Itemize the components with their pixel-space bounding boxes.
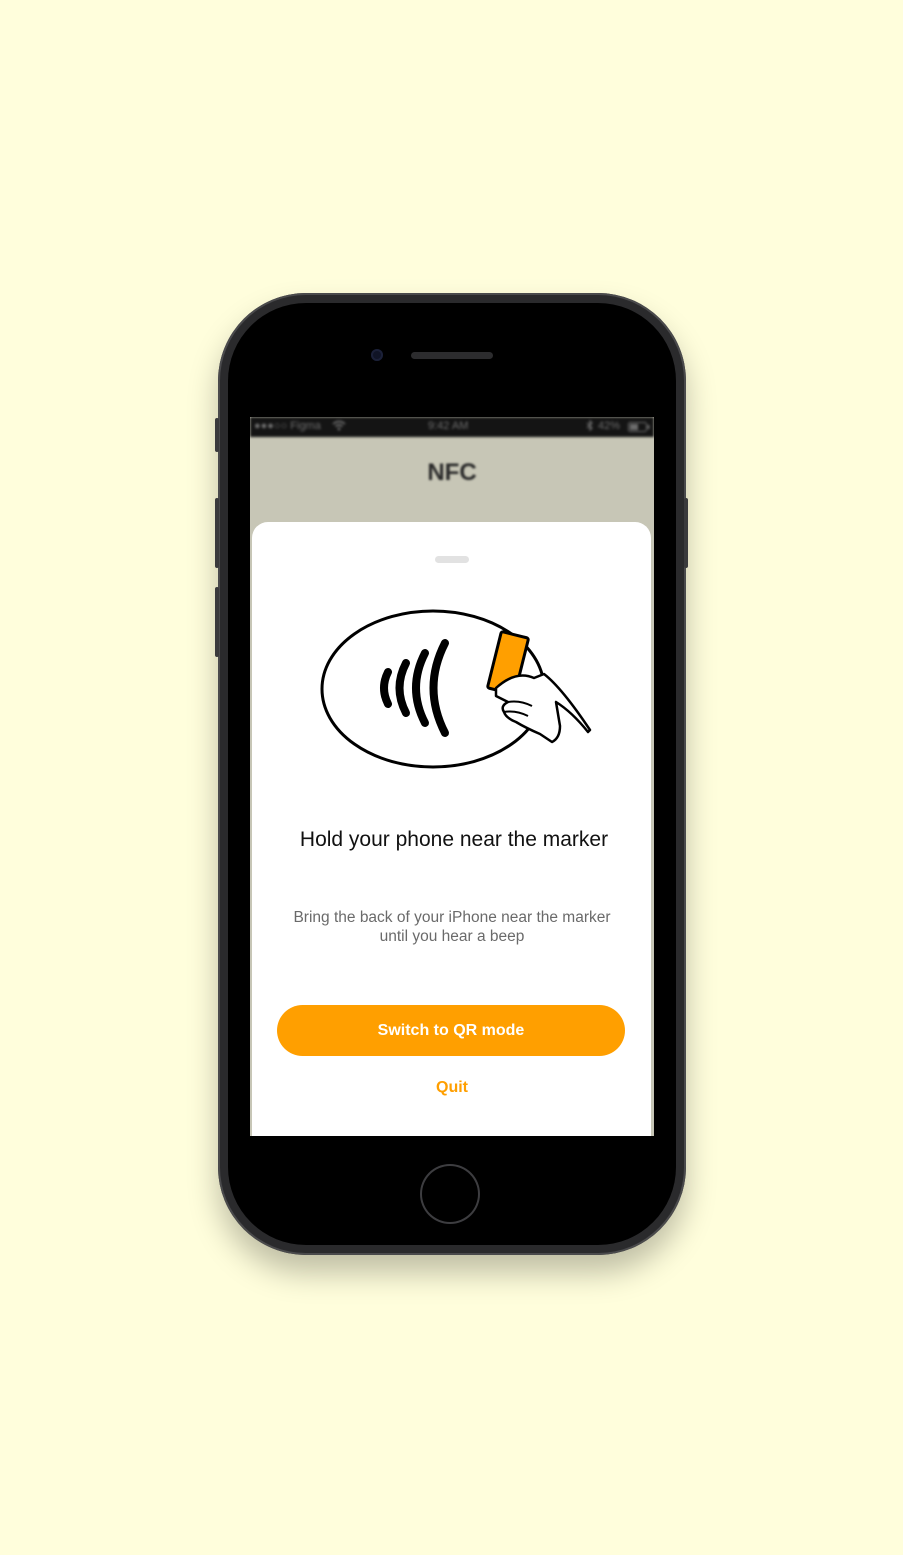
- sheet-grabber[interactable]: [435, 556, 469, 563]
- status-bar: ●●●○○ Figma 9:42 AM 42%: [250, 417, 654, 437]
- nav-title: NFC: [427, 459, 477, 486]
- stage: ●●●○○ Figma 9:42 AM 42% NFC Hold your ph…: [0, 0, 903, 1555]
- power-button: [684, 498, 688, 568]
- battery-percent: 42%: [598, 420, 621, 432]
- home-button[interactable]: [420, 1164, 480, 1224]
- bottom-sheet: Hold your phone near the marker Bring th…: [252, 522, 651, 1136]
- sheet-title: Hold your phone near the marker: [299, 828, 609, 851]
- carrier-signal: ●●●○○ Figma: [254, 420, 321, 432]
- wifi-icon: [332, 420, 346, 434]
- status-time: 9:42 AM: [428, 420, 469, 432]
- volume-up-button: [215, 498, 219, 568]
- sheet-description: Bring the back of your iPhone near the m…: [293, 909, 611, 945]
- earpiece-speaker: [411, 352, 493, 359]
- mute-switch: [215, 418, 219, 452]
- switch-to-qr-button[interactable]: Switch to QR mode: [277, 1005, 625, 1056]
- front-camera: [371, 349, 383, 361]
- battery-icon: [628, 422, 650, 435]
- phone-screen: ●●●○○ Figma 9:42 AM 42% NFC Hold your ph…: [250, 417, 654, 1136]
- contactless-tap-icon: [320, 609, 592, 769]
- bluetooth-icon: [586, 419, 594, 434]
- quit-button[interactable]: Quit: [402, 1079, 502, 1103]
- volume-down-button: [215, 587, 219, 657]
